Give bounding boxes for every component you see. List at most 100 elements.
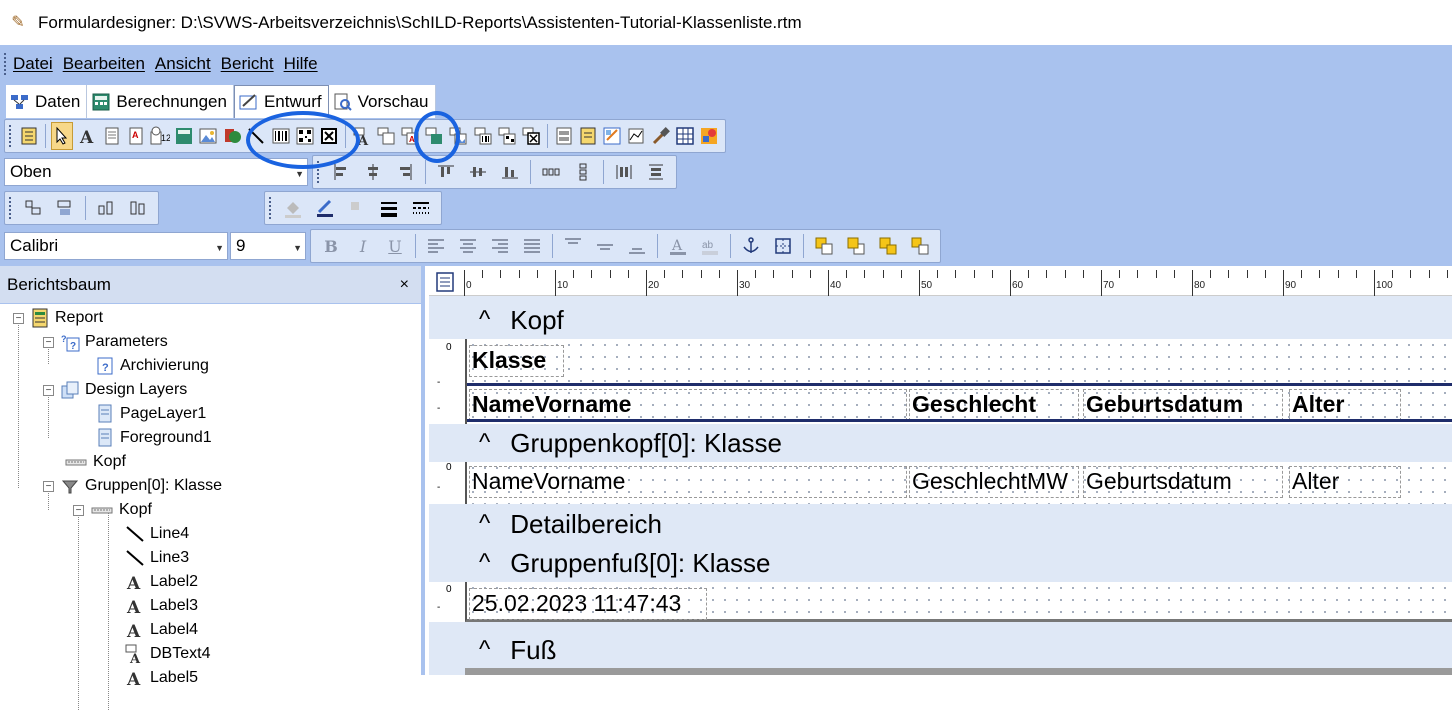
checkbox-tool-button[interactable] xyxy=(319,122,339,150)
align-center-button[interactable] xyxy=(359,158,387,186)
line-top[interactable] xyxy=(467,383,1452,386)
band-header-kopf[interactable]: ^ Kopf xyxy=(429,302,1452,338)
band-header-gruppenkopf[interactable]: ^ Gruppenkopf[0]: Klasse xyxy=(429,425,1452,461)
line-color-button[interactable] xyxy=(311,194,339,222)
layer-backward-button[interactable] xyxy=(906,232,934,260)
space-horizontal-button[interactable] xyxy=(537,158,565,186)
layer-front-button[interactable] xyxy=(810,232,838,260)
system-variable-button[interactable]: 12 xyxy=(150,122,170,150)
dbtext-geschlecht[interactable]: GeschlechtMW xyxy=(909,466,1079,498)
shape-tool-button[interactable] xyxy=(222,122,242,150)
tree-node-label3[interactable]: A Label3 xyxy=(0,594,421,618)
dbtext-namevorname[interactable]: NameVorname xyxy=(469,466,907,498)
db2dbarcode-tool-button[interactable] xyxy=(497,122,517,150)
label-namevorname[interactable]: NameVorname xyxy=(469,389,907,421)
tree-node-label4[interactable]: A Label4 xyxy=(0,618,421,642)
collapse-icon[interactable]: − xyxy=(43,384,54,396)
map-tool-button[interactable] xyxy=(699,122,719,150)
grow-button[interactable] xyxy=(92,194,120,222)
tree-node-line4[interactable]: Line4 xyxy=(0,522,421,546)
italic-button[interactable]: I xyxy=(349,232,377,260)
barcode-tool-button[interactable] xyxy=(271,122,291,150)
dbimage-tool-button[interactable] xyxy=(448,122,468,150)
grip-handle[interactable] xyxy=(269,197,273,219)
report-tree-button[interactable] xyxy=(18,122,38,150)
label-geschlecht[interactable]: Geschlecht xyxy=(909,389,1079,421)
tree-node-archivierung[interactable]: ? Archivierung xyxy=(0,354,421,378)
space-vertical-button[interactable] xyxy=(569,158,597,186)
align-middle-button[interactable] xyxy=(464,158,492,186)
grip-handle[interactable] xyxy=(9,125,12,147)
tree-node-dbtext4[interactable]: A DBText4 xyxy=(0,642,421,666)
design-canvas[interactable]: 0 10 20 30 40 50 60 70 80 90 100 ^ Kopf 0 - - Klas… xyxy=(429,266,1452,675)
band-header-fuss[interactable]: ^ Fuß xyxy=(429,632,1452,668)
menu-datei[interactable]: Datei xyxy=(12,54,54,74)
tree-node-label5[interactable]: A Label5 xyxy=(0,666,421,690)
dbcheckbox-tool-button[interactable] xyxy=(521,122,541,150)
tab-vorschau[interactable]: Vorschau xyxy=(328,85,436,118)
label-geburtsdatum[interactable]: Geburtsdatum xyxy=(1083,389,1283,421)
border-button[interactable] xyxy=(769,232,797,260)
dbbarcode-tool-button[interactable] xyxy=(473,122,493,150)
system-variable-timestamp[interactable]: 25.02.2023 11:47:43 xyxy=(469,588,707,620)
tab-berechnungen[interactable]: Berechnungen xyxy=(87,85,234,118)
align-top-button[interactable] xyxy=(432,158,460,186)
font-size-combo[interactable]: 9 ▼ xyxy=(230,232,306,260)
valign-top-button[interactable] xyxy=(559,232,587,260)
dbtext-alter[interactable]: Alter xyxy=(1289,466,1401,498)
tee-chart-button[interactable] xyxy=(650,122,671,150)
collapse-icon[interactable]: − xyxy=(13,312,24,324)
shrink-button[interactable] xyxy=(124,194,152,222)
label-alter[interactable]: Alter xyxy=(1289,389,1401,421)
line-style-button[interactable] xyxy=(407,194,435,222)
label-tool-button[interactable]: A xyxy=(77,122,97,150)
2d-barcode-tool-button[interactable] xyxy=(295,122,315,150)
tab-daten[interactable]: Daten xyxy=(6,85,88,118)
grip-handle[interactable] xyxy=(317,161,321,183)
font-combo[interactable]: Calibri ▼ xyxy=(4,232,228,260)
fill-color-button[interactable] xyxy=(279,194,307,222)
image-tool-button[interactable] xyxy=(198,122,218,150)
tree-node-group-kopf[interactable]: − Kopf xyxy=(0,498,421,522)
font-color-button[interactable]: A xyxy=(664,232,692,260)
grip-handle[interactable] xyxy=(4,53,8,75)
band-gruppenfuss[interactable]: 25.02.2023 11:47:43 xyxy=(465,582,1452,622)
layer-back-button[interactable] xyxy=(842,232,870,260)
menu-bearbeiten[interactable]: Bearbeiten xyxy=(62,54,146,74)
text-left-button[interactable] xyxy=(422,232,450,260)
table-tool-button[interactable] xyxy=(675,122,695,150)
band-header-gruppenfuss[interactable]: ^ Gruppenfuß[0]: Klasse xyxy=(429,545,1452,581)
send-back-button[interactable] xyxy=(51,194,79,222)
dbtext-geburtsdatum[interactable]: Geburtsdatum xyxy=(1083,466,1283,498)
tree-node-gruppen[interactable]: − Gruppen[0]: Klasse xyxy=(0,474,421,498)
align-right-button[interactable] xyxy=(391,158,419,186)
collapse-icon[interactable]: − xyxy=(43,336,54,348)
line-bottom[interactable] xyxy=(467,419,1452,422)
align-bottom-button[interactable] xyxy=(496,158,524,186)
tree-node-foreground1[interactable]: Foreground1 xyxy=(0,426,421,450)
band-kopf[interactable]: Klasse NameVorname Geschlecht Geburtsdat… xyxy=(465,339,1452,424)
label-klasse[interactable]: Klasse xyxy=(469,345,564,377)
dbcalc-tool-button[interactable] xyxy=(424,122,444,150)
position-combo[interactable]: Oben ▼ xyxy=(4,158,308,186)
menu-ansicht[interactable]: Ansicht xyxy=(154,54,212,74)
same-height-button[interactable] xyxy=(610,158,638,186)
grip-handle[interactable] xyxy=(9,197,13,219)
menu-bericht[interactable]: Bericht xyxy=(220,54,275,74)
close-icon[interactable]: × xyxy=(400,276,409,294)
tree-node-design-layers[interactable]: − Design Layers xyxy=(0,378,421,402)
richtext-tool-button[interactable]: A xyxy=(126,122,146,150)
tree-node-report[interactable]: − Report xyxy=(0,306,421,330)
anchor-button[interactable] xyxy=(737,232,765,260)
underline-button[interactable]: U xyxy=(381,232,409,260)
tree-node-label2[interactable]: A Label2 xyxy=(0,570,421,594)
tree-node-parameters[interactable]: − ?? Parameters xyxy=(0,330,421,354)
tree-node-line3[interactable]: Line3 xyxy=(0,546,421,570)
text-right-button[interactable] xyxy=(486,232,514,260)
menu-hilfe[interactable]: Hilfe xyxy=(283,54,319,74)
variable-tool-button[interactable] xyxy=(174,122,194,150)
valign-middle-button[interactable] xyxy=(591,232,619,260)
report-tree-toggle-icon[interactable] xyxy=(435,272,455,292)
band-gruppenkopf[interactable]: NameVorname GeschlechtMW Geburtsdatum Al… xyxy=(465,462,1452,504)
bring-front-button[interactable] xyxy=(19,194,47,222)
